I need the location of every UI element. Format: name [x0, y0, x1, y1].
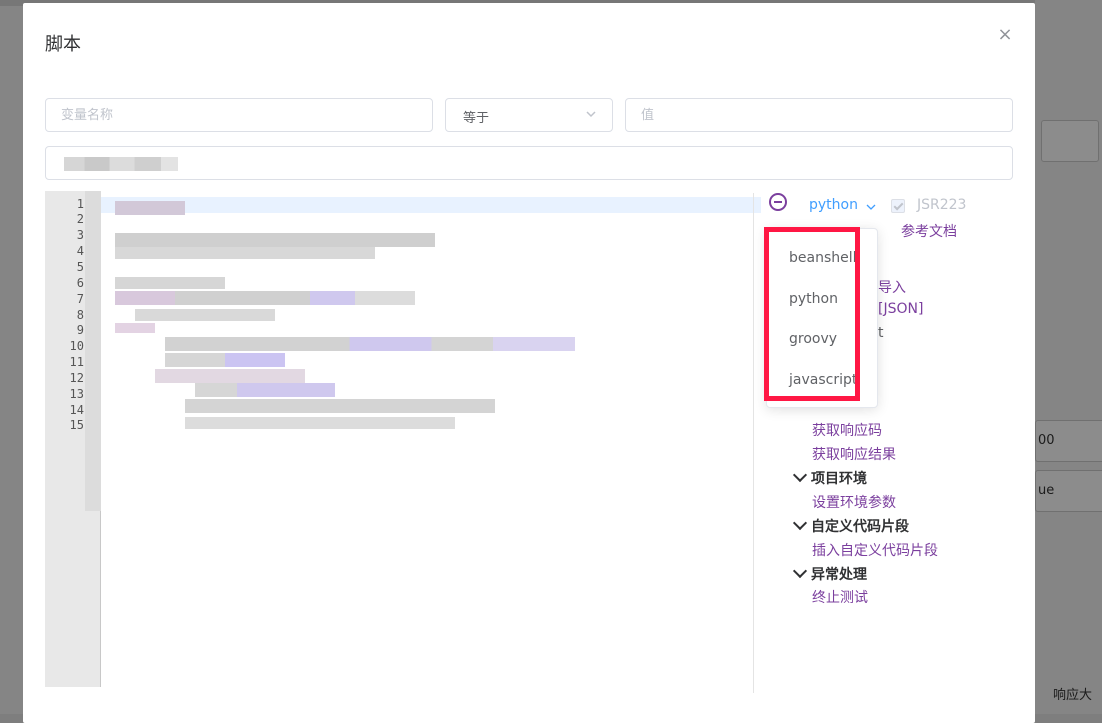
- section-title: 自定义代码片段: [811, 519, 909, 535]
- editor-divider: [753, 193, 754, 693]
- dialog-title: 脚本: [45, 34, 81, 55]
- insert-snippet-link[interactable]: 插入自定义代码片段: [812, 540, 938, 560]
- script-name-field[interactable]: [45, 146, 1013, 180]
- language-select-value[interactable]: python: [809, 197, 858, 213]
- language-option-javascript[interactable]: javascript: [789, 372, 857, 388]
- section-custom-snippets[interactable]: 自定义代码片段: [792, 515, 909, 536]
- operator-select-value: 等于: [463, 111, 490, 126]
- line-number: 3: [76, 228, 84, 242]
- variable-name-input[interactable]: [46, 99, 432, 131]
- line-number: 10: [69, 339, 84, 353]
- jsr223-label: JSR223: [917, 197, 967, 213]
- script-link-partial[interactable]: 导入: [878, 277, 906, 297]
- section-title: 异常处理: [811, 567, 867, 583]
- script-dialog: 脚本 × 等于 1 2 3 4 5 6 7 8 9 10 11 12 13 14…: [23, 3, 1035, 723]
- blurred-script-name: [64, 157, 178, 171]
- jsr223-checkbox[interactable]: [891, 199, 905, 213]
- line-number: 1: [76, 197, 84, 211]
- line-number: 5: [76, 260, 84, 274]
- line-number: 4: [76, 244, 84, 258]
- line-number: 8: [76, 308, 84, 322]
- line-number: 11: [69, 355, 84, 369]
- language-dropdown: beanshell python groovy javascript: [766, 228, 878, 408]
- section-project-environment[interactable]: 项目环境: [792, 467, 867, 488]
- blurred-code: [85, 191, 625, 511]
- line-number: 14: [69, 403, 84, 417]
- value-field[interactable]: [625, 98, 1013, 132]
- close-icon[interactable]: ×: [995, 25, 1015, 45]
- line-number: 13: [69, 387, 84, 401]
- script-link-partial[interactable]: t: [878, 325, 884, 341]
- line-number: 7: [76, 292, 84, 306]
- section-exception-handling[interactable]: 异常处理: [792, 563, 867, 584]
- variable-name-field[interactable]: [45, 98, 433, 132]
- line-number: 15: [69, 418, 84, 432]
- get-response-result-link[interactable]: 获取响应结果: [812, 444, 896, 464]
- language-option-beanshell[interactable]: beanshell: [789, 250, 857, 266]
- language-option-groovy[interactable]: groovy: [789, 331, 837, 347]
- collapse-panel-icon[interactable]: [769, 193, 787, 211]
- code-editor[interactable]: 1 2 3 4 5 6 7 8 9 10 11 12 13 14 15: [45, 191, 761, 691]
- line-number: 2: [76, 212, 84, 226]
- section-title: 项目环境: [811, 471, 867, 487]
- set-env-params-link[interactable]: 设置环境参数: [812, 492, 896, 512]
- chevron-down-icon[interactable]: [865, 201, 877, 213]
- line-number: 12: [69, 371, 84, 385]
- value-input[interactable]: [626, 99, 1012, 131]
- reference-doc-link[interactable]: 参考文档: [901, 221, 957, 241]
- get-response-code-link[interactable]: 获取响应码: [812, 420, 882, 440]
- chevron-down-icon: [792, 515, 808, 531]
- script-link-partial[interactable]: [JSON]: [878, 301, 923, 317]
- stop-test-link[interactable]: 终止测试: [812, 587, 868, 607]
- operator-select[interactable]: 等于: [445, 98, 613, 132]
- line-number: 6: [76, 276, 84, 290]
- chevron-down-icon: [586, 111, 596, 118]
- language-option-python[interactable]: python: [789, 291, 838, 307]
- line-number: 9: [76, 323, 84, 337]
- chevron-down-icon: [792, 563, 808, 579]
- chevron-down-icon: [792, 467, 808, 483]
